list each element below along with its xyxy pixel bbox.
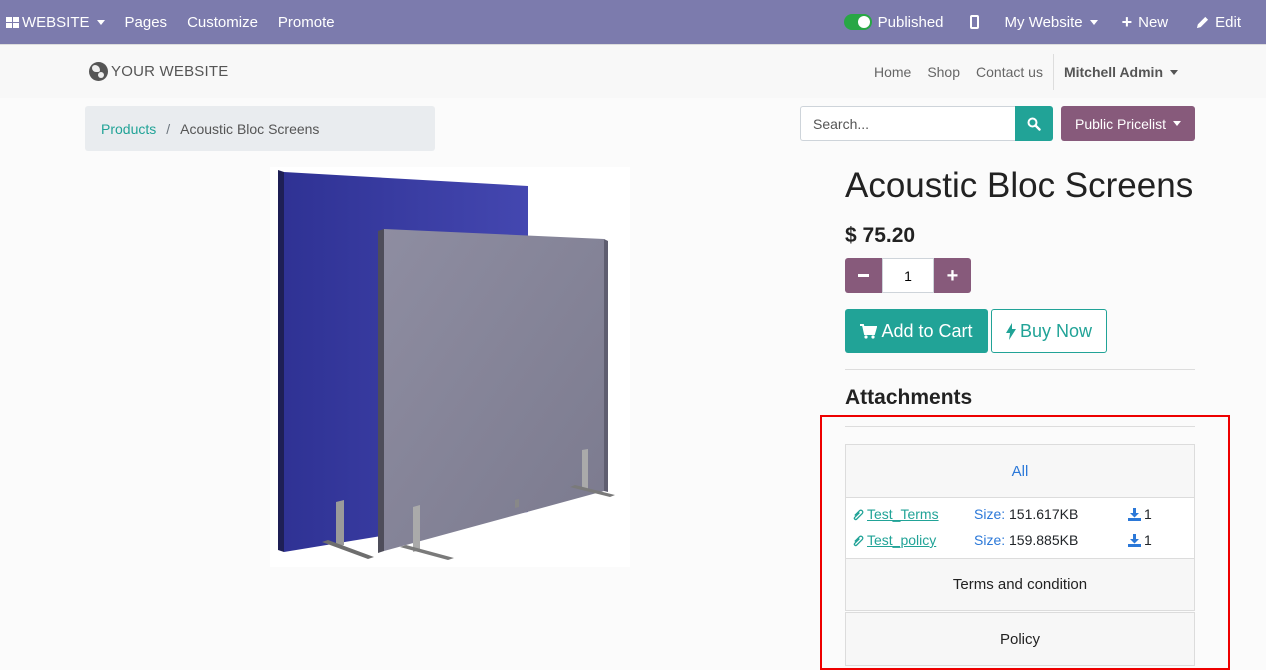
attachments-tab-policy[interactable]: Policy xyxy=(845,612,1195,666)
breadcrumb: Products / Acoustic Bloc Screens xyxy=(85,106,435,151)
decrease-quantity-button[interactable] xyxy=(845,258,882,293)
toggle-switch-icon xyxy=(843,14,872,30)
chevron-down-icon xyxy=(1173,121,1182,126)
edit-label: Edit xyxy=(1215,13,1241,31)
nav-contact[interactable]: Contact us xyxy=(968,64,1051,80)
bolt-icon xyxy=(1005,322,1016,340)
pencil-icon xyxy=(1197,16,1209,28)
user-name: Mitchell Admin xyxy=(1063,64,1163,80)
website-menu-label: WEBSITE xyxy=(22,13,90,31)
website-menu[interactable]: WEBSITE xyxy=(0,0,115,44)
publish-label: Published xyxy=(877,13,944,31)
divider xyxy=(845,426,1195,427)
chevron-down-icon xyxy=(96,19,105,25)
size-value: 159.885KB xyxy=(1009,532,1079,548)
acoustic-screens-illustration xyxy=(278,170,615,560)
new-button[interactable]: + New xyxy=(1108,0,1183,44)
download-icon xyxy=(1128,533,1141,547)
promote-menu[interactable]: Promote xyxy=(268,0,345,44)
breadcrumb-products[interactable]: Products xyxy=(101,121,156,137)
quantity-stepper: + xyxy=(845,258,971,293)
buy-now-label: Buy Now xyxy=(1019,320,1093,341)
user-menu[interactable]: Mitchell Admin xyxy=(1052,54,1186,90)
attachment-link-terms[interactable]: Test_Terms xyxy=(852,506,939,522)
download-count-value: 1 xyxy=(1144,532,1152,548)
attachment-name: Test_Terms xyxy=(867,506,939,522)
customize-menu[interactable]: Customize xyxy=(177,0,268,44)
logo-text: YOUR WEBSITE xyxy=(111,63,229,80)
download-count[interactable]: 1 xyxy=(1128,532,1152,548)
site-logo[interactable]: YOUR WEBSITE xyxy=(89,62,228,81)
apps-grid-icon xyxy=(6,16,19,28)
add-to-cart-label: Add to Cart xyxy=(881,320,973,341)
search-input[interactable] xyxy=(800,106,1015,141)
attachments-tab-all[interactable]: All xyxy=(845,444,1195,498)
size-label: Size: xyxy=(974,532,1006,548)
nav-shop[interactable]: Shop xyxy=(919,64,968,80)
attachments-title: Attachments xyxy=(845,386,973,409)
mobile-icon xyxy=(969,15,979,29)
plus-icon: + xyxy=(1121,11,1133,32)
new-label: New xyxy=(1138,13,1169,31)
chevron-down-icon xyxy=(1089,19,1098,25)
breadcrumb-current: Acoustic Bloc Screens xyxy=(180,120,320,137)
buy-now-button[interactable]: Buy Now xyxy=(991,309,1107,353)
attachments-list: Test_Terms Size: 151.617KB 1 Test_policy… xyxy=(845,498,1195,558)
minus-icon xyxy=(858,274,869,277)
breadcrumb-separator: / xyxy=(166,120,171,137)
increase-quantity-button[interactable]: + xyxy=(934,258,971,293)
download-count-value: 1 xyxy=(1144,506,1152,522)
list-item: Test_Terms Size: 151.617KB 1 xyxy=(846,504,1194,524)
chevron-down-icon xyxy=(1170,69,1178,75)
product-image[interactable] xyxy=(270,167,630,567)
my-website-menu[interactable]: My Website xyxy=(995,0,1108,44)
globe-icon xyxy=(89,62,108,81)
product-title: Acoustic Bloc Screens xyxy=(845,166,1194,205)
size-value: 151.617KB xyxy=(1009,506,1079,522)
size-label: Size: xyxy=(974,506,1006,522)
pages-menu[interactable]: Pages xyxy=(115,0,178,44)
product-search xyxy=(800,106,1053,141)
edit-button[interactable]: Edit xyxy=(1182,0,1266,44)
my-website-label: My Website xyxy=(1004,13,1083,31)
admin-navbar: WEBSITE Pages Customize Promote Publishe… xyxy=(0,0,1266,44)
download-count[interactable]: 1 xyxy=(1128,506,1152,522)
pricelist-dropdown[interactable]: Public Pricelist xyxy=(1061,106,1195,141)
paperclip-icon xyxy=(853,535,864,546)
download-icon xyxy=(1128,507,1141,521)
list-item: Test_policy Size: 159.885KB 1 xyxy=(846,530,1194,550)
search-button[interactable] xyxy=(1015,106,1053,141)
paperclip-icon xyxy=(853,509,864,520)
divider xyxy=(845,369,1195,370)
attachment-name: Test_policy xyxy=(867,532,937,548)
site-nav: Home Shop Contact us Mitchell Admin xyxy=(866,45,1186,99)
quantity-input[interactable] xyxy=(882,258,934,293)
attachment-link-policy[interactable]: Test_policy xyxy=(852,532,936,548)
plus-icon: + xyxy=(946,264,959,287)
search-icon xyxy=(1027,117,1041,131)
attachment-size: Size: 159.885KB xyxy=(974,532,1078,548)
pricelist-label: Public Pricelist xyxy=(1074,115,1167,132)
add-to-cart-button[interactable]: Add to Cart xyxy=(845,309,988,353)
product-price: $ 75.20 xyxy=(845,224,916,247)
shopping-cart-icon xyxy=(860,323,878,339)
publish-toggle[interactable]: Published xyxy=(834,0,954,44)
attachment-size: Size: 151.617KB xyxy=(974,506,1078,522)
site-header: YOUR WEBSITE Home Shop Contact us Mitche… xyxy=(0,44,1266,98)
attachments-tab-terms[interactable]: Terms and condition xyxy=(845,558,1195,611)
mobile-preview-button[interactable] xyxy=(954,0,995,44)
nav-home[interactable]: Home xyxy=(866,64,919,80)
